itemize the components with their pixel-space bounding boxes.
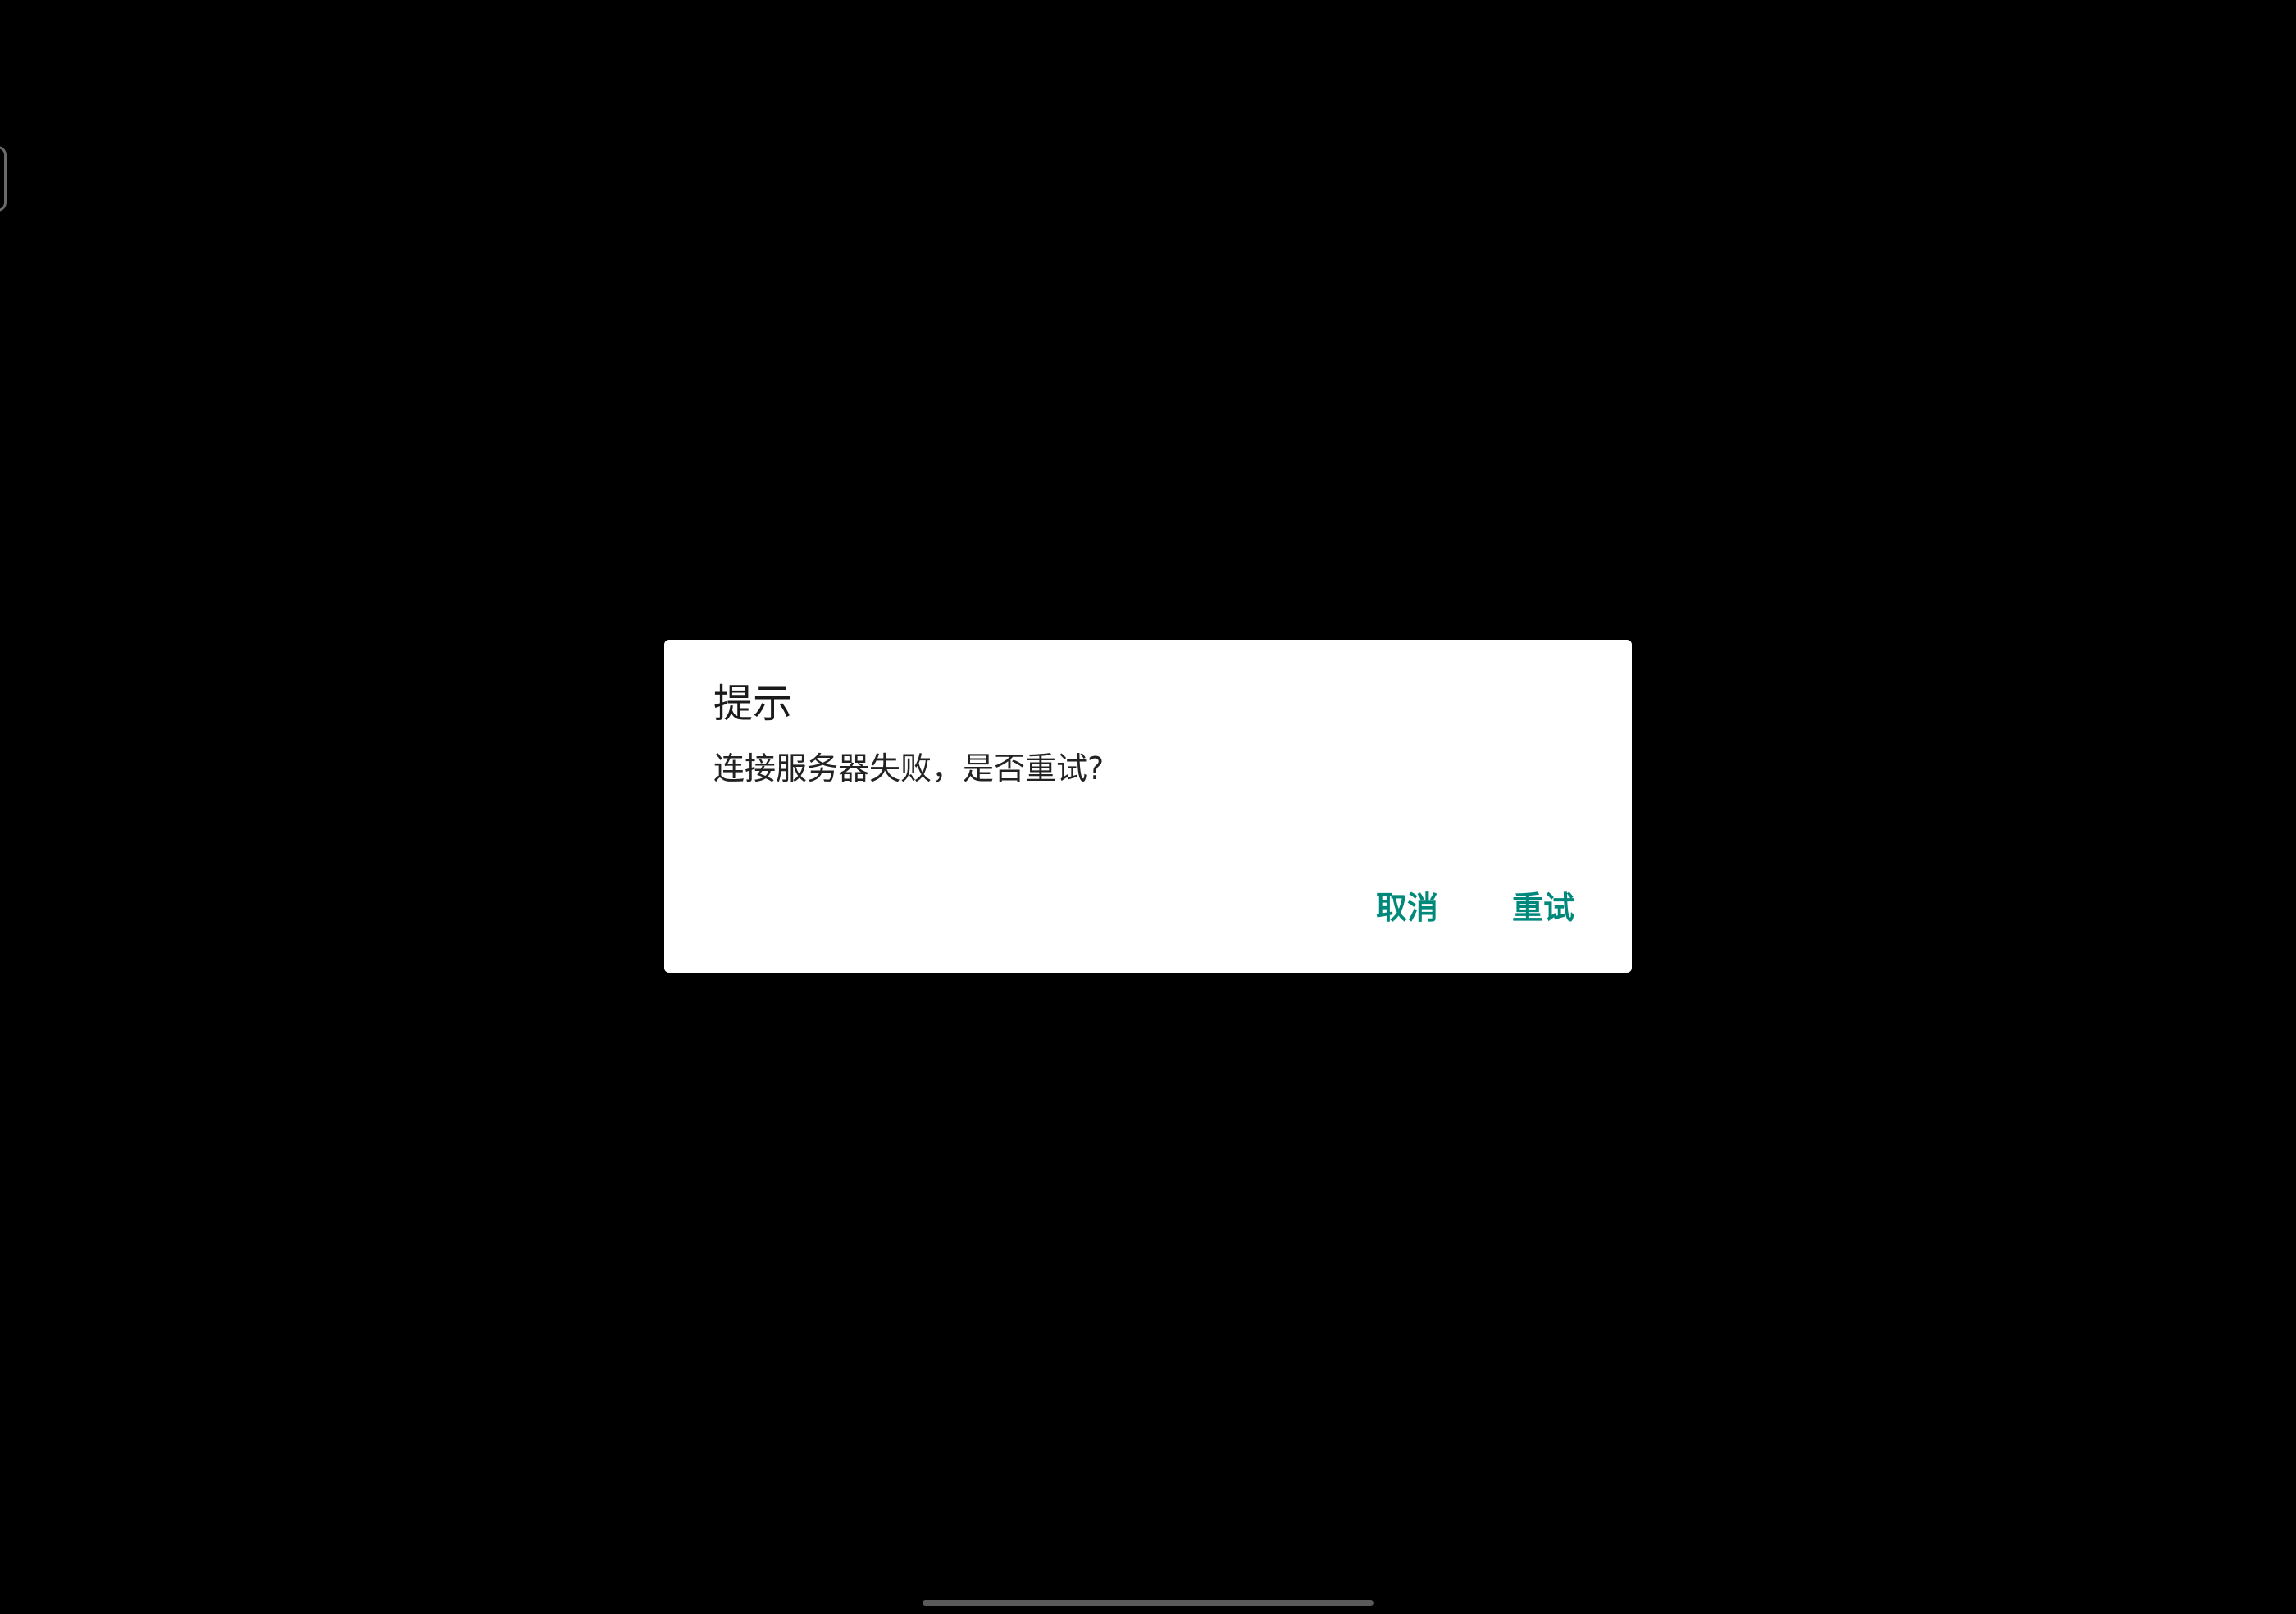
side-panel-handle-icon[interactable] [0, 146, 7, 212]
dialog-title: 提示 [713, 681, 793, 727]
retry-button[interactable]: 重试 [1504, 881, 1583, 935]
dialog-actions: 取消 重试 [1368, 881, 1583, 935]
cancel-button[interactable]: 取消 [1368, 881, 1446, 935]
retry-connection-dialog: 提示 连接服务器失败，是否重试? 取消 重试 [664, 640, 1632, 973]
home-indicator-bar[interactable] [922, 1600, 1374, 1606]
dialog-message: 连接服务器失败，是否重试? [713, 750, 1105, 786]
